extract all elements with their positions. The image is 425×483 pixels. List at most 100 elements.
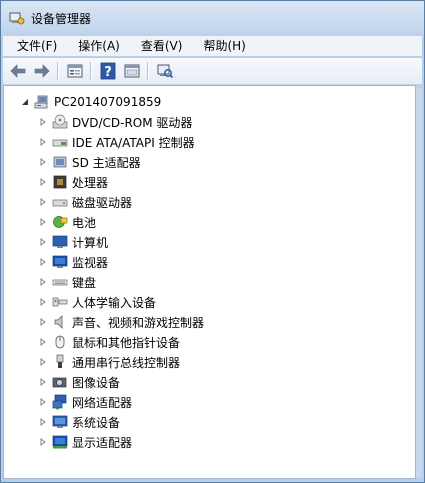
back-arrow-icon [10, 64, 26, 78]
tree-item-keyboard[interactable]: 键盘 [38, 272, 204, 292]
tree-root-computer[interactable]: PC201407091859 [20, 92, 161, 112]
tree-item-disk-drive[interactable]: 磁盘驱动器 [38, 192, 204, 212]
toolbar: ? [3, 58, 422, 85]
tree-item-label: 电池 [72, 215, 97, 230]
device-manager-window: 设备管理器 文件(F) 操作(A) 查看(V) 帮助(H) ? PC201407… [0, 0, 425, 483]
tree-item-computer[interactable]: 计算机 [38, 232, 204, 252]
tree-item-usb-controller[interactable]: 通用串行总线控制器 [38, 352, 204, 372]
tree-item-label: 图像设备 [72, 375, 121, 390]
tree-item-monitor[interactable]: 监视器 [38, 252, 204, 272]
battery-icon [52, 214, 68, 230]
expand-arrow-icon[interactable] [38, 317, 48, 327]
tree-item-label: DVD/CD-ROM 驱动器 [72, 115, 193, 130]
mouse-icon [52, 334, 68, 350]
device-category-list: DVD/CD-ROM 驱动器 IDE ATA/ATAPI 控制器 SD 主适配器… [38, 112, 204, 452]
expand-arrow-icon[interactable] [38, 197, 48, 207]
expand-arrow-icon[interactable] [38, 257, 48, 267]
collapse-arrow-icon[interactable] [20, 97, 30, 107]
help-icon: ? [100, 62, 116, 80]
keyboard-icon [52, 274, 68, 290]
tree-root-label: PC201407091859 [54, 95, 162, 109]
expand-arrow-icon[interactable] [38, 277, 48, 287]
tree-item-label: 人体学输入设备 [72, 295, 157, 310]
tree-item-display-adapter[interactable]: 显示适配器 [38, 432, 204, 452]
properties-icon [67, 64, 83, 78]
title-bar[interactable]: 设备管理器 [1, 1, 424, 35]
tree-item-label: SD 主适配器 [72, 155, 141, 170]
expand-arrow-icon[interactable] [38, 237, 48, 247]
svg-text:?: ? [104, 65, 112, 80]
show-hide-pane-icon [124, 64, 140, 78]
device-manager-app-icon [9, 10, 25, 26]
expand-arrow-icon[interactable] [38, 437, 48, 447]
camera-icon [52, 374, 68, 390]
processor-icon [52, 174, 68, 190]
tree-item-label: 网络适配器 [72, 395, 133, 410]
tree-item-sd-adapter[interactable]: SD 主适配器 [38, 152, 204, 172]
tree-item-label: 显示适配器 [72, 435, 133, 450]
ide-controller-icon [52, 134, 68, 150]
window-right-frame [416, 88, 422, 478]
tree-item-label: 键盘 [72, 275, 97, 290]
tree-item-label: 系统设备 [72, 415, 121, 430]
menu-view[interactable]: 查看(V) [128, 36, 191, 56]
toolbar-separator [57, 62, 58, 80]
expand-arrow-icon[interactable] [38, 297, 48, 307]
tree-item-label: 监视器 [72, 255, 109, 270]
expand-arrow-icon[interactable] [38, 117, 48, 127]
tree-item-processor[interactable]: 处理器 [38, 172, 204, 192]
toolbar-separator [90, 62, 91, 80]
computer-icon [34, 94, 50, 110]
expand-arrow-icon[interactable] [38, 417, 48, 427]
expand-arrow-icon[interactable] [38, 377, 48, 387]
toolbar-separator [147, 62, 148, 80]
tree-item-label: 通用串行总线控制器 [72, 355, 181, 370]
expand-arrow-icon[interactable] [38, 137, 48, 147]
back-button[interactable] [7, 60, 29, 82]
dvd-drive-icon [52, 114, 68, 130]
expand-arrow-icon[interactable] [38, 397, 48, 407]
tree-item-label: 鼠标和其他指针设备 [72, 335, 181, 350]
tree-item-battery[interactable]: 电池 [38, 212, 204, 232]
tree-item-system-devices[interactable]: 系统设备 [38, 412, 204, 432]
scan-hardware-button[interactable] [154, 60, 176, 82]
tree-item-mouse[interactable]: 鼠标和其他指针设备 [38, 332, 204, 352]
tree-item-label: IDE ATA/ATAPI 控制器 [72, 135, 195, 150]
forward-button[interactable] [31, 60, 53, 82]
tree-item-dvd-drive[interactable]: DVD/CD-ROM 驱动器 [38, 112, 204, 132]
device-tree-panel[interactable]: PC201407091859 DVD/CD-ROM 驱动器 IDE ATA/AT… [3, 85, 416, 479]
expand-arrow-icon[interactable] [38, 357, 48, 367]
tree-item-hid[interactable]: 人体学输入设备 [38, 292, 204, 312]
tree-item-sound-video-game[interactable]: 声音、视频和游戏控制器 [38, 312, 204, 332]
properties-button[interactable] [64, 60, 86, 82]
expand-arrow-icon[interactable] [38, 177, 48, 187]
sd-adapter-icon [52, 154, 68, 170]
network-adapter-icon [52, 394, 68, 410]
expand-arrow-icon[interactable] [38, 217, 48, 227]
tree-item-label: 计算机 [72, 235, 109, 250]
disk-drive-icon [52, 194, 68, 210]
hid-icon [52, 294, 68, 310]
usb-icon [52, 354, 68, 370]
computer-monitor-icon [52, 234, 68, 250]
menu-bar: 文件(F) 操作(A) 查看(V) 帮助(H) [3, 36, 422, 56]
tree-item-ide-controller[interactable]: IDE ATA/ATAPI 控制器 [38, 132, 204, 152]
monitor-icon [52, 254, 68, 270]
scan-hardware-icon [157, 64, 174, 79]
speaker-icon [52, 314, 68, 330]
tree-item-imaging-device[interactable]: 图像设备 [38, 372, 204, 392]
display-adapter-icon [52, 434, 68, 450]
system-device-icon [52, 414, 68, 430]
tree-item-label: 处理器 [72, 175, 109, 190]
window-title: 设备管理器 [31, 11, 92, 26]
tree-item-network-adapter[interactable]: 网络适配器 [38, 392, 204, 412]
menu-file[interactable]: 文件(F) [3, 36, 65, 56]
tree-item-label: 声音、视频和游戏控制器 [72, 315, 205, 330]
expand-arrow-icon[interactable] [38, 337, 48, 347]
menu-help[interactable]: 帮助(H) [190, 36, 253, 56]
menu-action[interactable]: 操作(A) [65, 36, 128, 56]
show-hide-pane-button[interactable] [121, 60, 143, 82]
help-button[interactable]: ? [97, 60, 119, 82]
expand-arrow-icon[interactable] [38, 157, 48, 167]
forward-arrow-icon [34, 64, 50, 78]
